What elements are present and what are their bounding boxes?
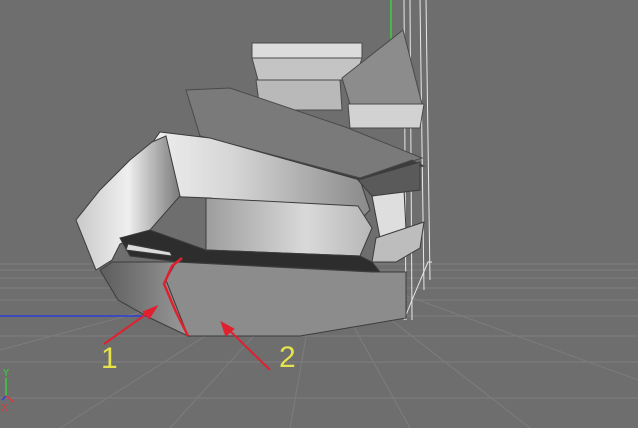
- annotation-arrow-1: [103, 304, 159, 345]
- 3d-viewport[interactable]: 1 2 Y X: [0, 0, 638, 428]
- viewport-scene: [0, 0, 638, 428]
- gizmo-y-label: Y: [3, 368, 10, 379]
- annotation-label-2: 2: [279, 341, 296, 374]
- gizmo-x-label: X: [1, 403, 8, 414]
- annotation-label-1: 1: [101, 342, 118, 375]
